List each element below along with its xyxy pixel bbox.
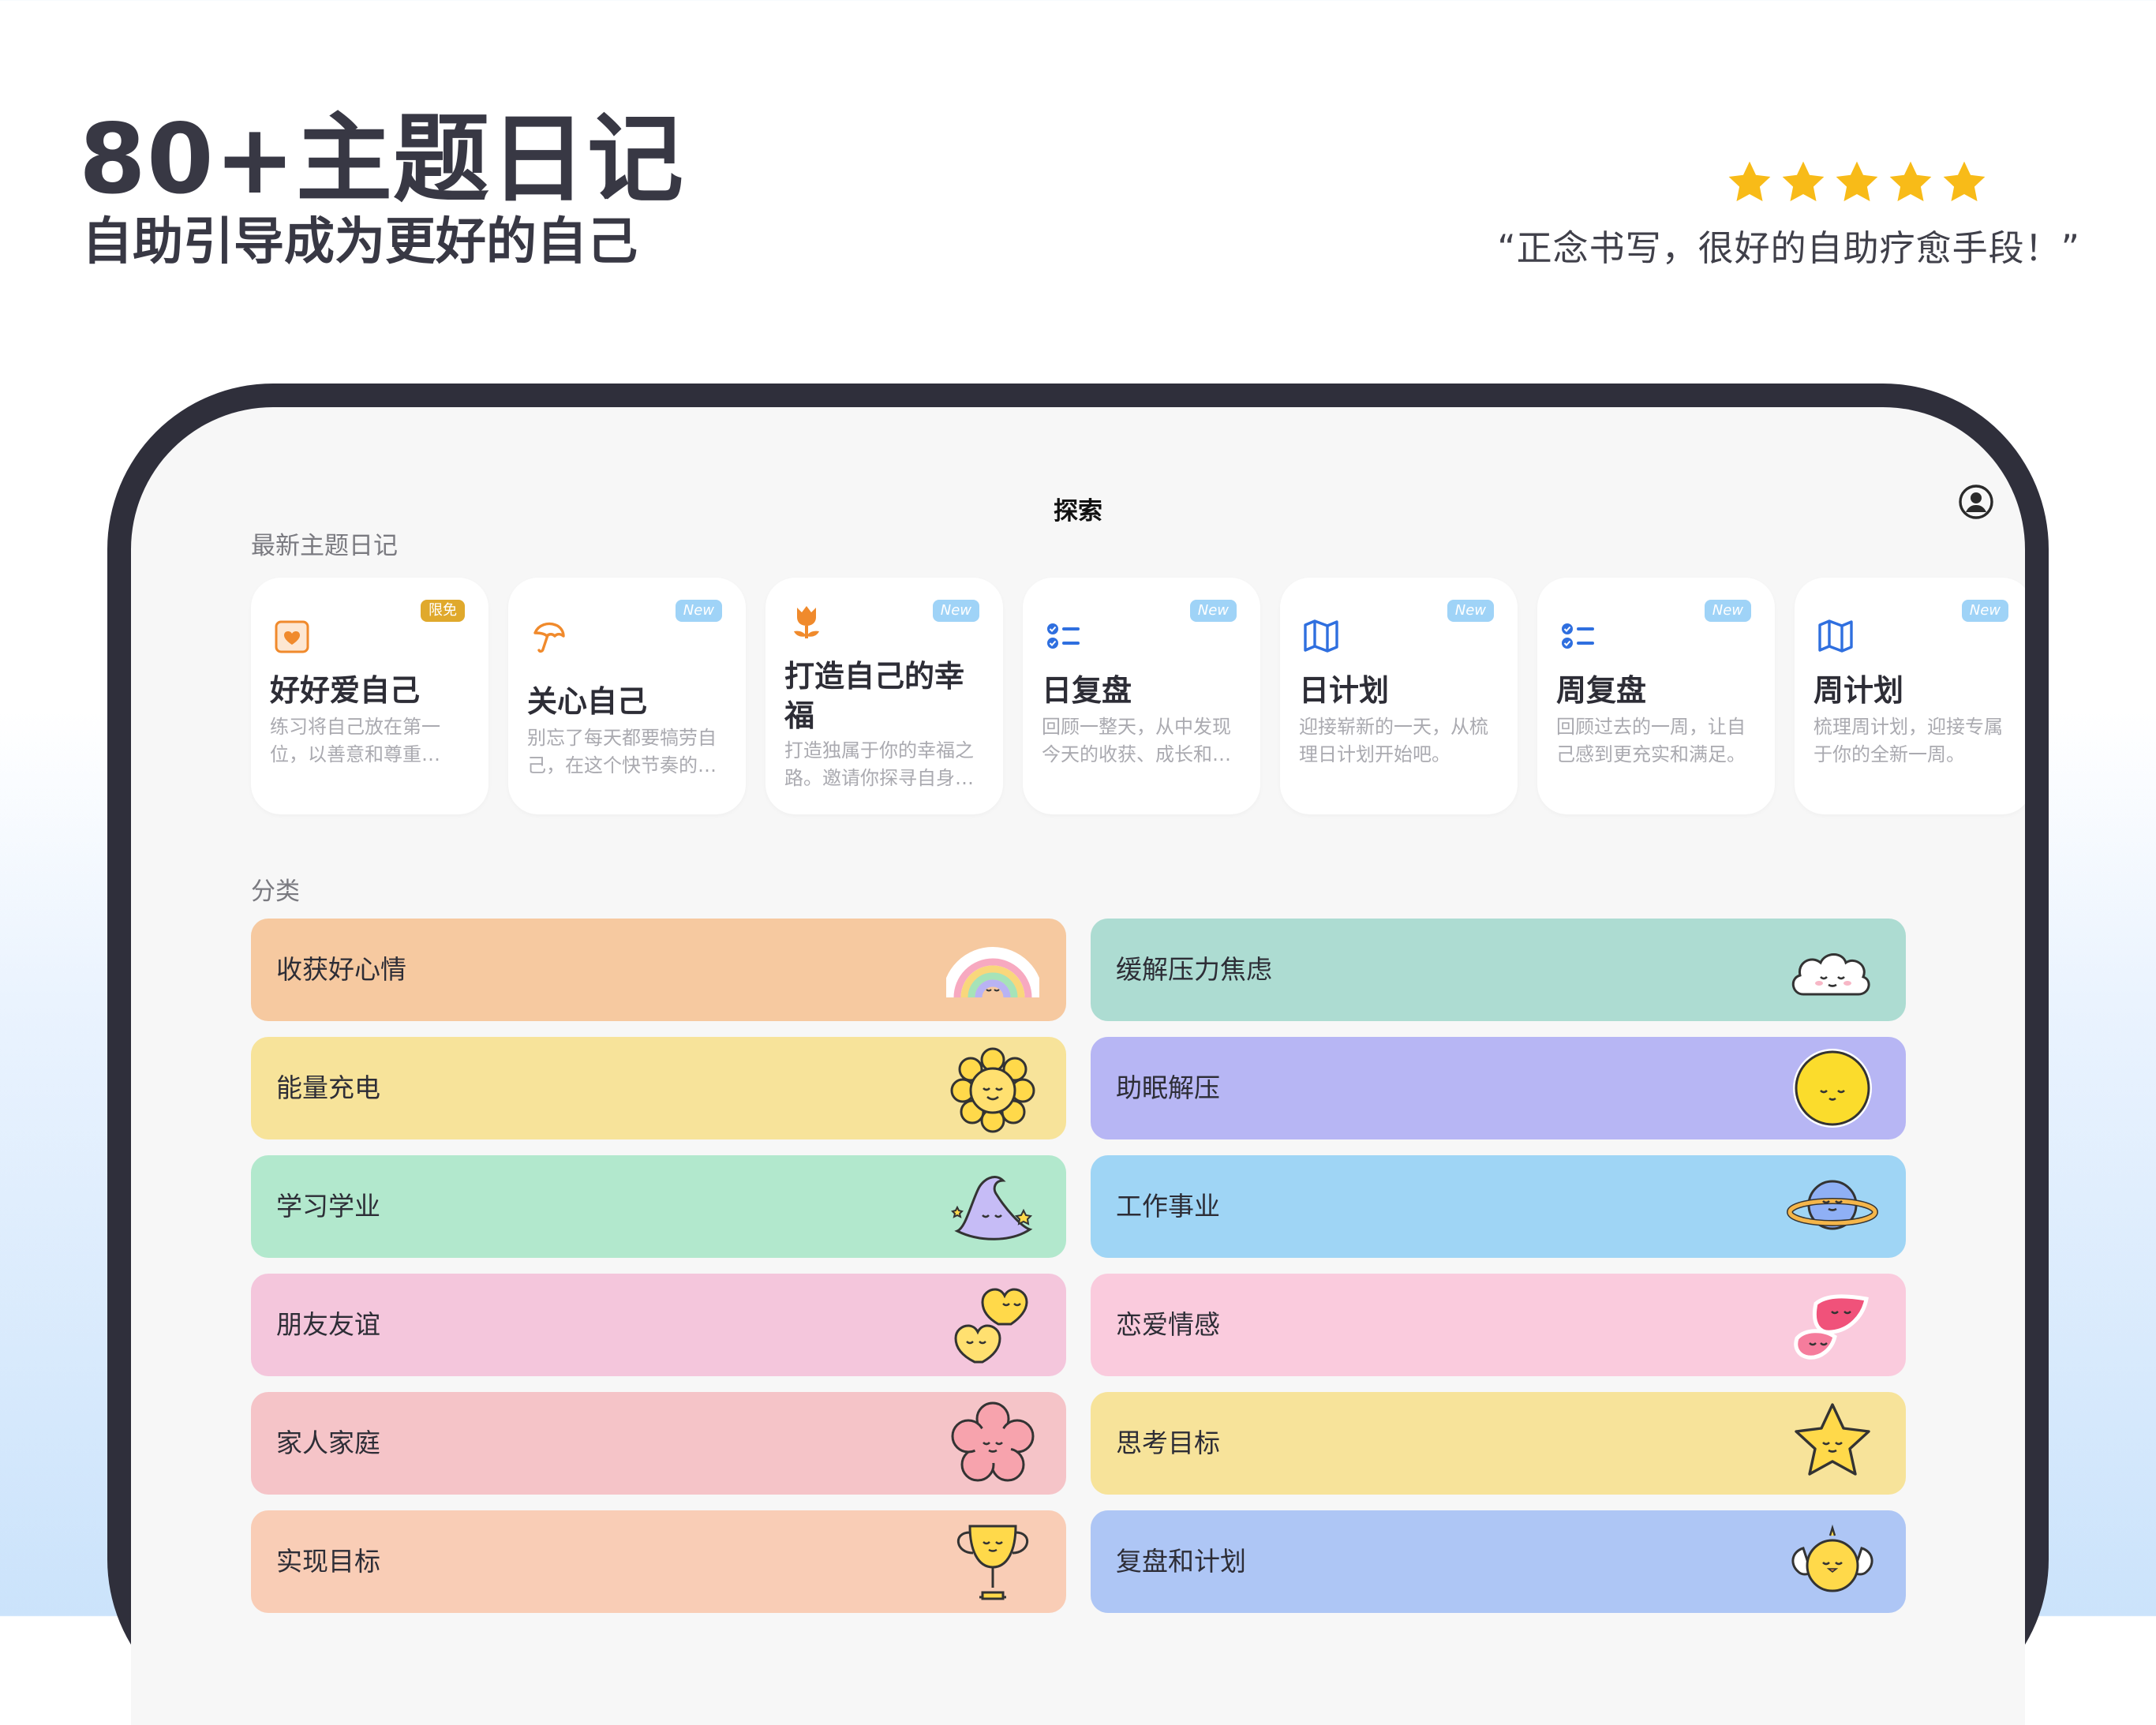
cloud-sticker-icon <box>1791 953 1870 996</box>
card-title: 周计划 <box>1814 673 1904 708</box>
rainbow-sticker-icon <box>946 947 1039 998</box>
category-section-label: 分类 <box>251 877 300 906</box>
journal-card[interactable]: New 关心自己 别忘了每天都要犒劳自己，在这个快节奏的… <box>508 578 746 814</box>
category-review-plan[interactable]: 复盘和计划 <box>1091 1510 1906 1613</box>
card-description: 回顾一整天，从中发现今天的收获、成长和… <box>1042 716 1231 765</box>
new-badge: New <box>675 600 722 622</box>
promo-subheadline: 自助引导成为更好的自己 <box>82 213 638 271</box>
chick-sticker-icon <box>1791 1524 1873 1592</box>
journal-card[interactable]: New 日计划 迎接崭新的一天，从梳理日计划开始吧。 <box>1280 578 1518 814</box>
card-description: 练习将自己放在第一位，以善意和尊重… <box>270 716 440 765</box>
star-icon <box>1889 161 1932 202</box>
category-label: 朋友友谊 <box>276 1309 380 1340</box>
journal-card[interactable]: New 打造自己的幸福 打造独属于你的幸福之路。邀请你探寻自身… <box>765 578 1003 814</box>
checklist-icon <box>1562 623 1594 649</box>
category-label: 复盘和计划 <box>1116 1546 1246 1577</box>
star-icon <box>1943 161 1986 202</box>
card-description: 梳理周计划，迎接专属于你的全新一周。 <box>1814 716 2003 765</box>
flower-sticker-icon <box>951 1401 1035 1482</box>
nav-title: 探索 <box>1054 497 1102 526</box>
category-study[interactable]: 学习学业 <box>251 1155 1066 1258</box>
category-label: 学习学业 <box>276 1191 380 1222</box>
card-title: 日复盘 <box>1042 673 1132 708</box>
category-label: 思考目标 <box>1116 1428 1220 1458</box>
category-good-mood[interactable]: 收获好心情 <box>251 919 1066 1021</box>
card-description: 回顾过去的一周，让自己感到更充实和满足。 <box>1556 716 1746 765</box>
latest-section-label: 最新主题日记 <box>251 532 398 560</box>
category-label: 恋爱情感 <box>1116 1309 1220 1340</box>
sunflower-sticker-icon <box>950 1047 1035 1133</box>
category-label: 缓解压力焦虑 <box>1116 954 1272 985</box>
category-label: 收获好心情 <box>276 954 406 985</box>
category-relieve-stress[interactable]: 缓解压力焦虑 <box>1091 919 1906 1021</box>
card-description: 打造独属于你的幸福之路。邀请你探寻自身… <box>784 739 974 789</box>
card-title: 日计划 <box>1299 673 1390 708</box>
hearts-sticker-icon <box>954 1288 1028 1364</box>
category-achieve-goals[interactable]: 实现目标 <box>251 1510 1066 1613</box>
card-description: 别忘了每天都要犒劳自己，在这个快节奏的… <box>527 727 717 776</box>
promo-headline: 80+主题日记 <box>79 103 684 215</box>
new-badge: New <box>1961 600 2008 622</box>
wizard-hat-sticker-icon <box>951 1176 1033 1240</box>
category-work-career[interactable]: 工作事业 <box>1091 1155 1906 1258</box>
category-label: 工作事业 <box>1116 1191 1220 1222</box>
profile-icon[interactable] <box>1957 483 1995 521</box>
rating-stars <box>1725 158 1989 207</box>
journal-card[interactable]: New 周复盘 回顾过去的一周，让自己感到更充实和满足。 <box>1537 578 1775 814</box>
ipad-frame: 探索 最新主题日记 限免 好好爱自己 练习将自己放在第一位，以善意和尊重… Ne… <box>107 384 2049 1725</box>
card-title: 周复盘 <box>1556 673 1647 708</box>
map-icon <box>1304 619 1338 653</box>
free-badge: 限免 <box>421 600 465 622</box>
new-badge: New <box>1447 600 1494 622</box>
umbrella-icon <box>533 622 565 653</box>
planet-sticker-icon <box>1787 1180 1878 1230</box>
category-friendship[interactable]: 朋友友谊 <box>251 1274 1066 1376</box>
card-description: 迎接崭新的一天，从梳理日计划开始吧。 <box>1299 716 1488 765</box>
map-icon <box>1818 619 1853 653</box>
moon-sticker-icon <box>1793 1049 1872 1128</box>
category-label: 实现目标 <box>276 1546 380 1577</box>
checklist-icon <box>1047 623 1080 649</box>
journal-card[interactable]: 限免 好好爱自己 练习将自己放在第一位，以善意和尊重… <box>251 578 488 814</box>
app-screen: 探索 最新主题日记 限免 好好爱自己 练习将自己放在第一位，以善意和尊重… Ne… <box>131 407 2025 1725</box>
heart-frame-icon <box>275 620 309 653</box>
category-sleep-aid[interactable]: 助眠解压 <box>1091 1037 1906 1139</box>
tulip-icon <box>794 606 819 638</box>
card-title: 好好爱自己 <box>270 673 421 708</box>
category-energy-recharge[interactable]: 能量充电 <box>251 1037 1066 1139</box>
journal-card[interactable]: New 周计划 梳理周计划，迎接专属于你的全新一周。 <box>1795 578 2025 814</box>
card-title: 打造自己的幸福 <box>784 659 965 734</box>
new-badge: New <box>932 600 979 622</box>
new-badge: New <box>1189 600 1237 622</box>
category-label: 家人家庭 <box>276 1428 380 1458</box>
star-icon <box>1728 161 1771 202</box>
category-label: 助眠解压 <box>1116 1072 1220 1103</box>
star-icon <box>1836 161 1878 202</box>
category-love-relationship[interactable]: 恋爱情感 <box>1091 1274 1906 1376</box>
star-sticker-icon <box>1795 1403 1870 1476</box>
category-label: 能量充电 <box>276 1072 380 1103</box>
new-badge: New <box>1704 600 1751 622</box>
journal-card[interactable]: New 日复盘 回顾一整天，从中发现今天的收获、成长和… <box>1023 578 1260 814</box>
review-quote: “正念书写，很好的自助疗愈手段！” <box>1497 227 2080 269</box>
trophy-sticker-icon <box>956 1525 1029 1600</box>
star-icon <box>1782 161 1825 202</box>
love-hearts-sticker-icon <box>1794 1294 1869 1360</box>
category-think-goals[interactable]: 思考目标 <box>1091 1392 1906 1495</box>
card-title: 关心自己 <box>527 684 648 719</box>
category-family[interactable]: 家人家庭 <box>251 1392 1066 1495</box>
